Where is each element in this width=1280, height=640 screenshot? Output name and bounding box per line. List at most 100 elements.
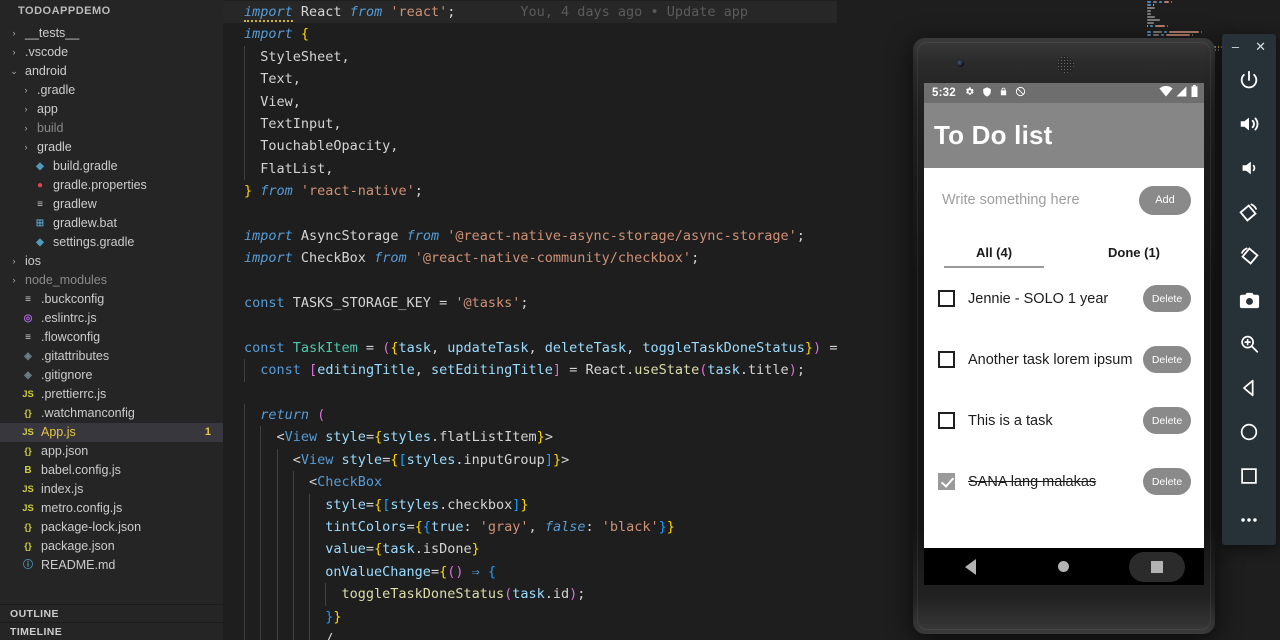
- emulator-overview-button[interactable]: [1222, 454, 1276, 498]
- delete-task-button[interactable]: Delete: [1143, 285, 1191, 312]
- android-emulator-device: 5:32 To Do list Write something here Add…: [913, 38, 1215, 634]
- file-tree-item[interactable]: ⊞ gradlew.bat: [0, 214, 223, 233]
- file-tree-item[interactable]: ◆ build.gradle: [0, 157, 223, 176]
- android-status-bar: 5:32: [924, 83, 1204, 103]
- task-checkbox[interactable]: [938, 351, 955, 368]
- file-tree-item[interactable]: › gradle: [0, 138, 223, 157]
- delete-task-button[interactable]: Delete: [1143, 468, 1191, 495]
- code-token: toggleTaskDoneStatus: [244, 586, 505, 603]
- task-title[interactable]: Another task lorem ipsum: [968, 352, 1143, 368]
- indent-guide: [309, 583, 310, 606]
- volume-down-button[interactable]: [1222, 146, 1276, 190]
- nav-back-button[interactable]: [924, 558, 1017, 575]
- file-tree-item[interactable]: JS .prettierrc.js: [0, 385, 223, 404]
- file-tree-item[interactable]: › build: [0, 119, 223, 138]
- add-task-button[interactable]: Add: [1139, 185, 1191, 215]
- panel-outline[interactable]: OUTLINE: [0, 604, 223, 622]
- minimap-token: [1166, 24, 1168, 27]
- file-tree-item[interactable]: ⓘ README.md: [0, 556, 223, 575]
- task-list[interactable]: Jennie - SOLO 1 year Delete Another task l…: [924, 268, 1204, 512]
- panel-timeline[interactable]: TIMELINE: [0, 622, 223, 640]
- code-token: ⇒: [463, 563, 488, 580]
- task-checkbox[interactable]: [938, 290, 955, 307]
- file-tree-item[interactable]: › node_modules: [0, 271, 223, 290]
- new-task-input[interactable]: [942, 192, 1139, 208]
- file-tree-item[interactable]: ≡ .flowconfig: [0, 328, 223, 347]
- task-title[interactable]: This is a task: [968, 413, 1143, 429]
- file-tree-item[interactable]: {} package-lock.json: [0, 518, 223, 537]
- tab-done[interactable]: Done (1): [1064, 232, 1204, 268]
- file-tree-item[interactable]: ◈ .gitattributes: [0, 347, 223, 366]
- file-tree[interactable]: › __tests__ › .vscode ⌄ android › .gradle › app › b…: [0, 22, 223, 604]
- file-tree-item[interactable]: JS App.js 1: [0, 423, 223, 442]
- file-tree-item[interactable]: › __tests__: [0, 24, 223, 43]
- rotate-left-button[interactable]: [1222, 190, 1276, 234]
- js-icon: JS: [22, 484, 34, 495]
- file-tree-item[interactable]: ◎ .eslintrc.js: [0, 309, 223, 328]
- code-line: import React from 'react'; You, 4 days a…: [223, 1, 838, 24]
- nav-recents-button[interactable]: [1111, 551, 1204, 582]
- nav-home-button[interactable]: [1017, 561, 1110, 572]
- delete-task-button[interactable]: Delete: [1143, 346, 1191, 373]
- task-row[interactable]: Another task lorem ipsum Delete: [924, 329, 1204, 390]
- file-tree-item[interactable]: {} package.json: [0, 537, 223, 556]
- file-tree-item[interactable]: › ios: [0, 252, 223, 271]
- emulator-home-button[interactable]: [1222, 410, 1276, 454]
- android-navigation-bar[interactable]: [924, 548, 1204, 585]
- indent-guide: [244, 448, 245, 472]
- code-token: {: [374, 541, 383, 558]
- volume-up-button[interactable]: [1222, 102, 1276, 146]
- file-tree-item[interactable]: › .gradle: [0, 81, 223, 100]
- file-tree-item[interactable]: ◈ .gitignore: [0, 366, 223, 385]
- phone-screen[interactable]: 5:32 To Do list Write something here Add…: [924, 83, 1204, 585]
- zoom-button[interactable]: [1222, 322, 1276, 366]
- code-token: [: [398, 451, 407, 468]
- file-tree-item[interactable]: JS index.js: [0, 480, 223, 499]
- tab-all[interactable]: All (4): [924, 232, 1064, 268]
- delete-task-button[interactable]: Delete: [1143, 407, 1191, 434]
- file-tree-item[interactable]: ● gradle.properties: [0, 176, 223, 195]
- task-title[interactable]: SANA lang malakas: [968, 474, 1143, 490]
- minimize-button[interactable]: –: [1232, 40, 1239, 53]
- task-filter-tabs[interactable]: All (4) Done (1): [924, 232, 1204, 268]
- emulator-more-button[interactable]: [1222, 498, 1276, 542]
- file-tree-item[interactable]: ≡ gradlew: [0, 195, 223, 214]
- code-content[interactable]: import React from 'react'; You, 4 days a…: [223, 0, 838, 640]
- task-row[interactable]: SANA lang malakas Delete: [924, 451, 1204, 512]
- task-title[interactable]: Jennie - SOLO 1 year: [968, 291, 1143, 307]
- file-tree-item[interactable]: › app: [0, 100, 223, 119]
- power-button[interactable]: [1222, 58, 1276, 102]
- file-tree-item[interactable]: {} .watchmanconfig: [0, 404, 223, 423]
- task-checkbox[interactable]: [938, 473, 955, 490]
- file-tree-item[interactable]: ≡ .buckconfig: [0, 290, 223, 309]
- code-token: ,: [626, 339, 643, 356]
- app-bar: To Do list: [924, 103, 1204, 168]
- file-tree-item[interactable]: › .vscode: [0, 43, 223, 62]
- code-token: :: [463, 518, 480, 535]
- task-row[interactable]: Jennie - SOLO 1 year Delete: [924, 268, 1204, 329]
- indent-guide: [244, 135, 245, 158]
- light-sensor-icon: [1159, 62, 1162, 65]
- file-tree-item[interactable]: JS metro.config.js: [0, 499, 223, 518]
- status-left-icons: [964, 84, 1026, 102]
- minimap-token: [1215, 48, 1217, 51]
- code-token: import: [244, 227, 293, 244]
- file-tree-item[interactable]: {} app.json: [0, 442, 223, 461]
- file-tree-item[interactable]: ◆ settings.gradle: [0, 233, 223, 252]
- minimap-token: [1147, 15, 1155, 18]
- code-token: }: [333, 608, 342, 625]
- indent-guide: [260, 538, 262, 561]
- file-tree-item[interactable]: Bbabel.config.js: [0, 461, 223, 480]
- code-token: 'react-native': [292, 183, 415, 200]
- code-token: (: [504, 586, 513, 603]
- screenshot-button[interactable]: [1222, 278, 1276, 322]
- file-tree-item[interactable]: ⌄ android: [0, 62, 223, 81]
- code-token: /: [244, 630, 334, 640]
- emulator-back-button[interactable]: [1222, 366, 1276, 410]
- task-row[interactable]: This is a task Delete: [924, 390, 1204, 451]
- close-button[interactable]: ✕: [1255, 40, 1266, 53]
- rotate-right-button[interactable]: [1222, 234, 1276, 278]
- file-tree-item-label: app: [37, 102, 58, 116]
- task-checkbox[interactable]: [938, 412, 955, 429]
- problem-count-badge: 1: [204, 426, 211, 438]
